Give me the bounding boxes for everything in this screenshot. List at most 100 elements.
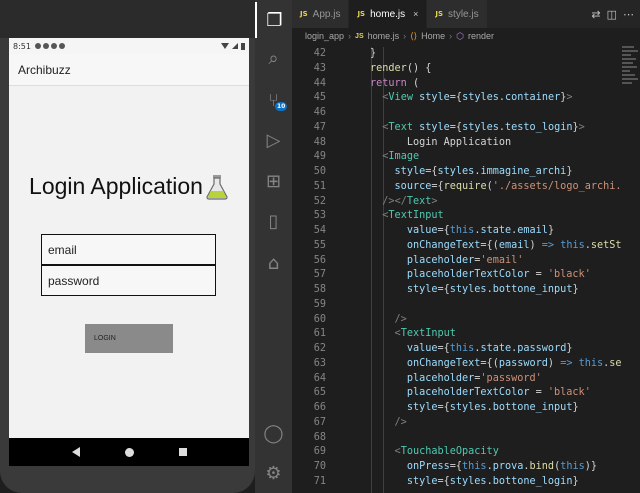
code-line[interactable]: 44 return ( (292, 77, 622, 92)
code-line[interactable]: 49 <Image (292, 150, 622, 165)
source-control-icon[interactable]: ⑂ 10 (255, 82, 292, 118)
code-token: styles (462, 121, 499, 133)
code-line[interactable]: 43 render() { (292, 62, 622, 77)
code-token: ={ (437, 402, 450, 413)
code-token: TextInput (400, 328, 456, 340)
email-input[interactable]: email (41, 234, 216, 265)
code-token: placeholderTextColor (406, 387, 530, 399)
breadcrumb-file[interactable]: home.js (368, 31, 400, 41)
code-token: > (431, 195, 438, 207)
settings-gear-icon[interactable]: ⚙ (255, 455, 292, 491)
recents-icon[interactable] (178, 448, 187, 456)
code-line[interactable]: 56 placeholder='email' (292, 254, 622, 269)
code-line[interactable]: 66 style={styles.bottone_input} (292, 401, 622, 416)
code-token: style (412, 121, 450, 133)
code-token: email (498, 239, 530, 251)
line-number: 58 (313, 284, 326, 295)
line-number: 62 (313, 343, 326, 354)
code-line[interactable]: 63 onChangeText={(password) => this.se (292, 357, 622, 372)
breadcrumb-method[interactable]: render (468, 31, 494, 41)
line-number: 66 (313, 402, 326, 413)
line-number: 52 (313, 195, 326, 207)
line-number: 65 (313, 387, 326, 399)
code-token: > (578, 121, 585, 133)
code-line[interactable]: 59 (292, 298, 622, 313)
code-line[interactable]: 61 <TextInput (292, 327, 622, 342)
status-right (221, 42, 245, 50)
code-editor[interactable]: 42} 43 render() {44 return (45 <View style=… (292, 47, 622, 493)
code-line[interactable]: 51 source={require('./assets/logo_archi. (292, 180, 622, 195)
code-line[interactable]: 55 onChangeText={(email) => this.setSt (292, 239, 622, 254)
code-token: ={ (431, 180, 444, 192)
search-icon[interactable]: ⌕ (255, 40, 292, 76)
code-token: placeholderTextColor (406, 269, 530, 281)
code-line[interactable]: 62 value={this.state.password} (292, 342, 622, 357)
code-token: styles (462, 92, 499, 104)
device-icon[interactable]: ▯ (255, 203, 292, 239)
code-token: ( (406, 77, 420, 89)
extensions-icon[interactable]: ⊞ (255, 163, 292, 199)
code-line[interactable]: 50 style={styles.immagine_archi} (292, 165, 622, 180)
tab-style-js[interactable]: JS style.js (427, 0, 488, 28)
breadcrumb-class[interactable]: Home (421, 31, 445, 41)
code-line[interactable]: 64 placeholder='password' (292, 372, 622, 387)
tab-home-js[interactable]: JS home.js × (349, 0, 428, 28)
back-icon[interactable] (71, 447, 80, 457)
line-number: 47 (313, 121, 326, 133)
password-input[interactable]: password (41, 265, 216, 296)
code-token: source (394, 180, 432, 192)
code-token: </ (394, 195, 407, 207)
docker-icon[interactable]: ⌂ (255, 245, 292, 281)
line-number: 50 (313, 166, 326, 177)
code-token: > (566, 92, 573, 104)
code-line[interactable]: 70 onPress={this.prova.bind(this)} (292, 460, 622, 475)
split-editor-icon[interactable]: ◫ (607, 8, 617, 21)
code-line[interactable]: 53 <TextInput (292, 209, 622, 224)
home-icon[interactable] (124, 447, 134, 457)
breadcrumb-folder[interactable]: login_app (305, 31, 344, 41)
code-line[interactable]: 45 <View style={styles.container}> (292, 91, 622, 106)
code-token: => (541, 239, 555, 251)
code-token: ={ (437, 284, 450, 295)
line-number: 51 (313, 180, 326, 192)
tab-app-js[interactable]: JS App.js (292, 0, 350, 28)
phone-screen: 8:51 Archibuzz Login Application email p… (9, 38, 249, 466)
close-icon[interactable]: × (413, 9, 418, 19)
code-token: 'black' (547, 387, 591, 399)
code-token: } (566, 166, 573, 177)
account-icon[interactable]: ◯ (255, 415, 292, 451)
code-token: se (609, 357, 622, 369)
code-token: bottone_input (492, 402, 573, 413)
code-token: immagine_archi (480, 166, 567, 177)
code-line[interactable]: 65 placeholderTextColor = 'black' (292, 386, 622, 401)
code-token: password (498, 357, 548, 369)
code-line[interactable]: 52 /></Text> (292, 195, 622, 210)
code-line[interactable]: 58 style={styles.bottone_input} (292, 283, 622, 298)
code-line[interactable]: 69 <TouchableOpacity (292, 445, 622, 460)
code-line[interactable]: 46 (292, 106, 622, 121)
more-actions-icon[interactable]: ⋯ (623, 8, 634, 21)
explorer-icon[interactable]: ❐ (255, 2, 292, 38)
code-line[interactable]: 71 style={styles.bottone_login} (292, 475, 622, 490)
code-line[interactable]: 54 value={this.state.email} (292, 224, 622, 239)
code-token: ) (529, 239, 542, 251)
code-token: testo_login (505, 121, 573, 133)
code-token: Text (406, 195, 432, 207)
compare-changes-icon[interactable]: ⇄ (591, 8, 600, 21)
code-token: this (449, 225, 475, 236)
run-debug-icon[interactable]: ▷ (255, 122, 292, 158)
code-line[interactable]: 47 <Text style={styles.testo_login}> (292, 121, 622, 136)
code-line[interactable]: 68 (292, 431, 622, 446)
code-line[interactable]: 42} (292, 47, 622, 62)
login-button[interactable]: LOGIN (85, 324, 173, 353)
code-line[interactable]: 67 /> (292, 416, 622, 431)
js-file-icon: JS (355, 32, 364, 40)
code-line[interactable]: 57 placeholderTextColor = 'black' (292, 268, 622, 283)
code-line[interactable]: 48 Login Application (292, 136, 622, 151)
line-number: 68 (313, 431, 326, 443)
minimap[interactable] (622, 44, 640, 164)
app-bar: Archibuzz (9, 54, 249, 86)
code-line[interactable]: 60 /> (292, 313, 622, 328)
code-token: ={ (449, 92, 463, 104)
code-token: = (529, 269, 548, 281)
